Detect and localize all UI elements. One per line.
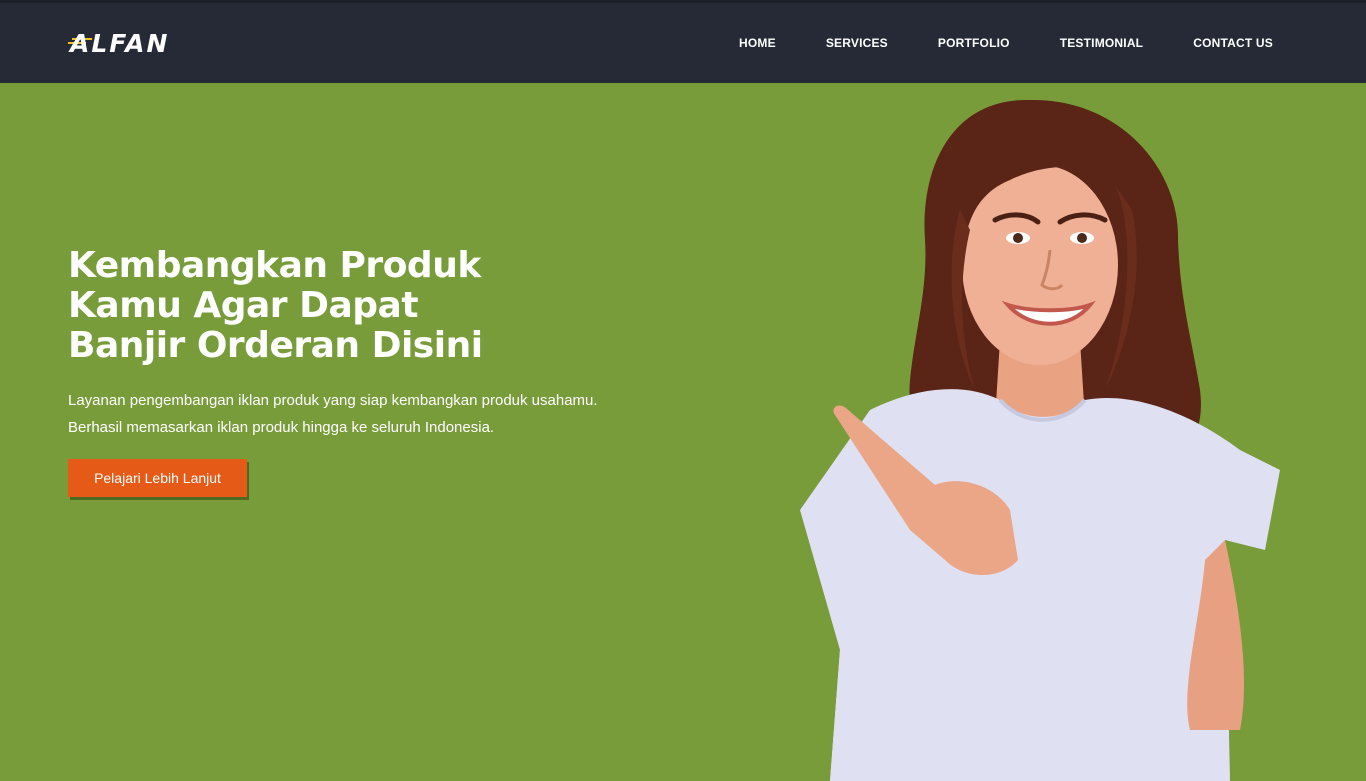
learn-more-button[interactable]: Pelajari Lebih Lanjut [68, 459, 247, 497]
nav-services[interactable]: SERVICES [826, 36, 888, 50]
nav-portfolio[interactable]: PORTFOLIO [938, 36, 1010, 50]
hero-description: Layanan pengembangan iklan produk yang s… [68, 387, 668, 441]
nav-home[interactable]: HOME [739, 36, 776, 50]
hero-title-line-2: Kamu Agar Dapat [68, 285, 419, 326]
hero-title-line-3: Banjir Orderan Disini [68, 325, 483, 366]
nav-contact-us[interactable]: CONTACT US [1193, 36, 1273, 50]
hero-description-line-1: Layanan pengembangan iklan produk yang s… [68, 392, 598, 409]
nav-testimonial[interactable]: TESTIMONIAL [1060, 36, 1144, 50]
brand-logo[interactable]: ALFAN [66, 25, 169, 61]
hero-description-line-2: Berhasil memasarkan iklan produk hingga … [68, 419, 495, 436]
brand-name: ALFAN [70, 28, 170, 58]
navbar: ALFAN HOME SERVICES PORTFOLIO TESTIMONIA… [0, 0, 1366, 83]
hero-title-line-1: Kembangkan Produk [68, 245, 481, 286]
hero-title: Kembangkan Produk Kamu Agar Dapat Banjir… [68, 246, 588, 366]
hero-person-image [800, 99, 1280, 781]
main-nav: HOME SERVICES PORTFOLIO TESTIMONIAL CONT… [689, 3, 1273, 83]
page: ALFAN HOME SERVICES PORTFOLIO TESTIMONIA… [0, 0, 1366, 781]
